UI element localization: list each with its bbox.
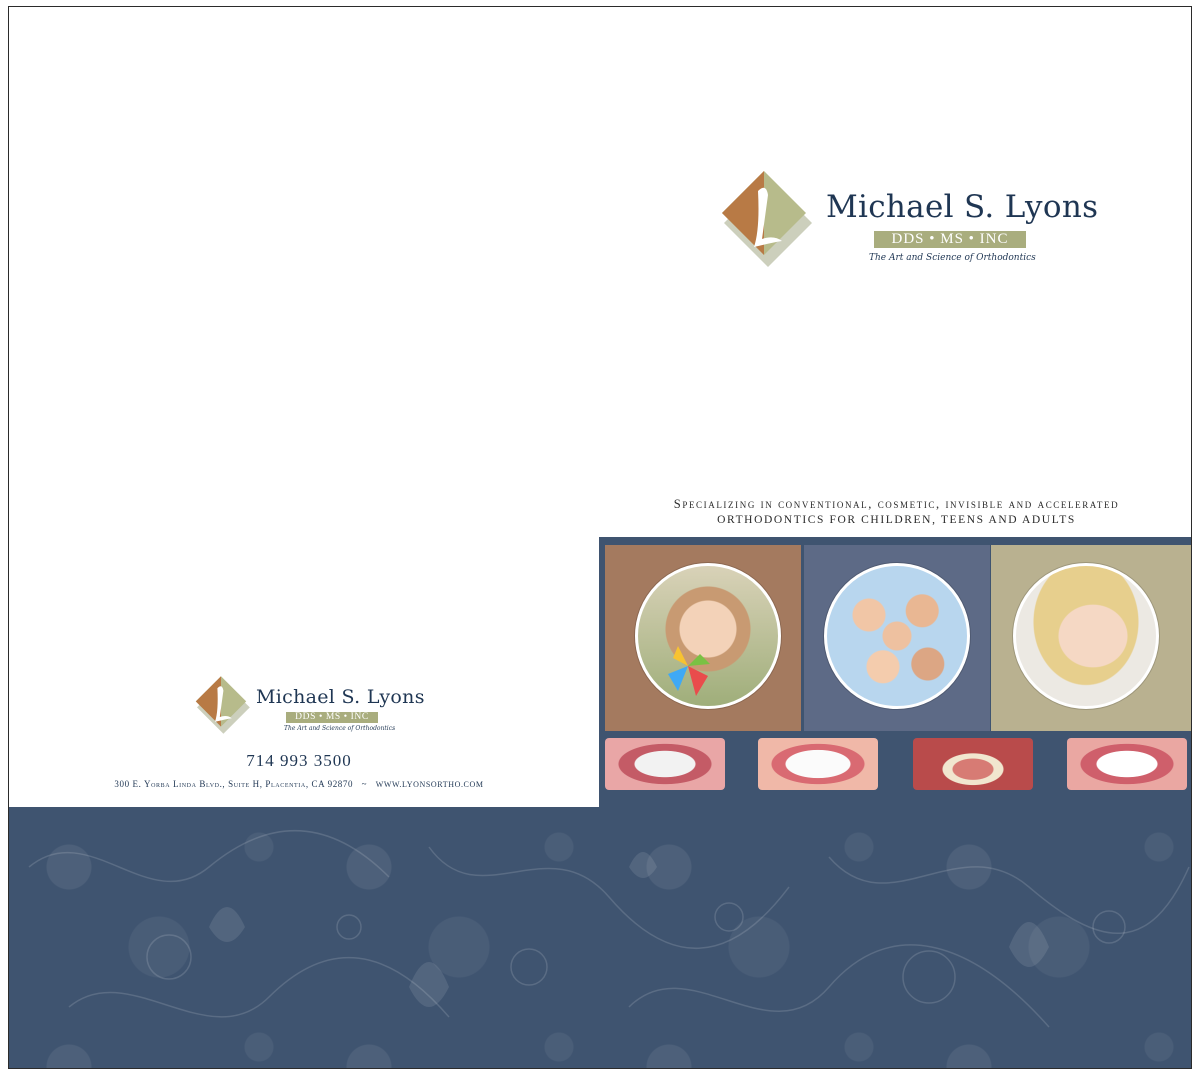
logo-credentials: DDS • MS • INC — [286, 712, 378, 723]
photo-panel-children — [605, 545, 801, 731]
metal-braces-teeth — [605, 738, 725, 790]
address-separator: ~ — [361, 779, 368, 789]
floral-pattern-icon — [28, 829, 1190, 1028]
phone-number: 714 993 3500 — [246, 751, 352, 770]
invisible-aligner-teeth — [1067, 738, 1187, 790]
young-woman-smiling-photo — [1013, 563, 1159, 709]
photo-panel-teens — [804, 545, 990, 731]
logo-diamond-icon — [722, 171, 812, 267]
photo-panel-adults — [991, 545, 1191, 731]
specialty-line-2: orthodontics for children, teens and adu… — [717, 514, 1076, 526]
specialty-statement: Specializing in conventional, cosmetic, … — [604, 496, 1189, 528]
logo-tagline: The Art and Science of Orthodontics — [284, 725, 396, 732]
specialty-line-1: Specializing in conventional, cosmetic, … — [673, 497, 1120, 511]
logo-credentials: DDS • MS • INC — [874, 231, 1026, 248]
logo-name: Michael S. Lyons — [826, 189, 1099, 225]
lingual-braces-teeth — [913, 738, 1033, 790]
pinwheel-icon — [668, 646, 710, 696]
decorative-navy-band — [9, 807, 1191, 1068]
girl-smiling-photo — [635, 563, 781, 709]
logo-large: Michael S. Lyons DDS • MS • INC The Art … — [714, 169, 1098, 279]
logo-name: Michael S. Lyons — [256, 686, 425, 708]
street-address: 300 E. Yorba Linda Blvd., Suite H, Place… — [114, 779, 354, 789]
group-of-friends-photo — [824, 563, 970, 709]
logo-small: Michael S. Lyons DDS • MS • INC The Art … — [191, 675, 431, 745]
brochure-spread: Michael S. Lyons DDS • MS • INC The Art … — [8, 6, 1192, 1069]
address-line: 300 E. Yorba Linda Blvd., Suite H, Place… — [69, 779, 529, 789]
website-link[interactable]: www.lyonsortho.com — [376, 780, 484, 789]
clear-braces-teeth — [758, 738, 878, 790]
logo-diamond-icon — [195, 676, 250, 734]
logo-tagline: The Art and Science of Orthodontics — [869, 253, 1036, 263]
